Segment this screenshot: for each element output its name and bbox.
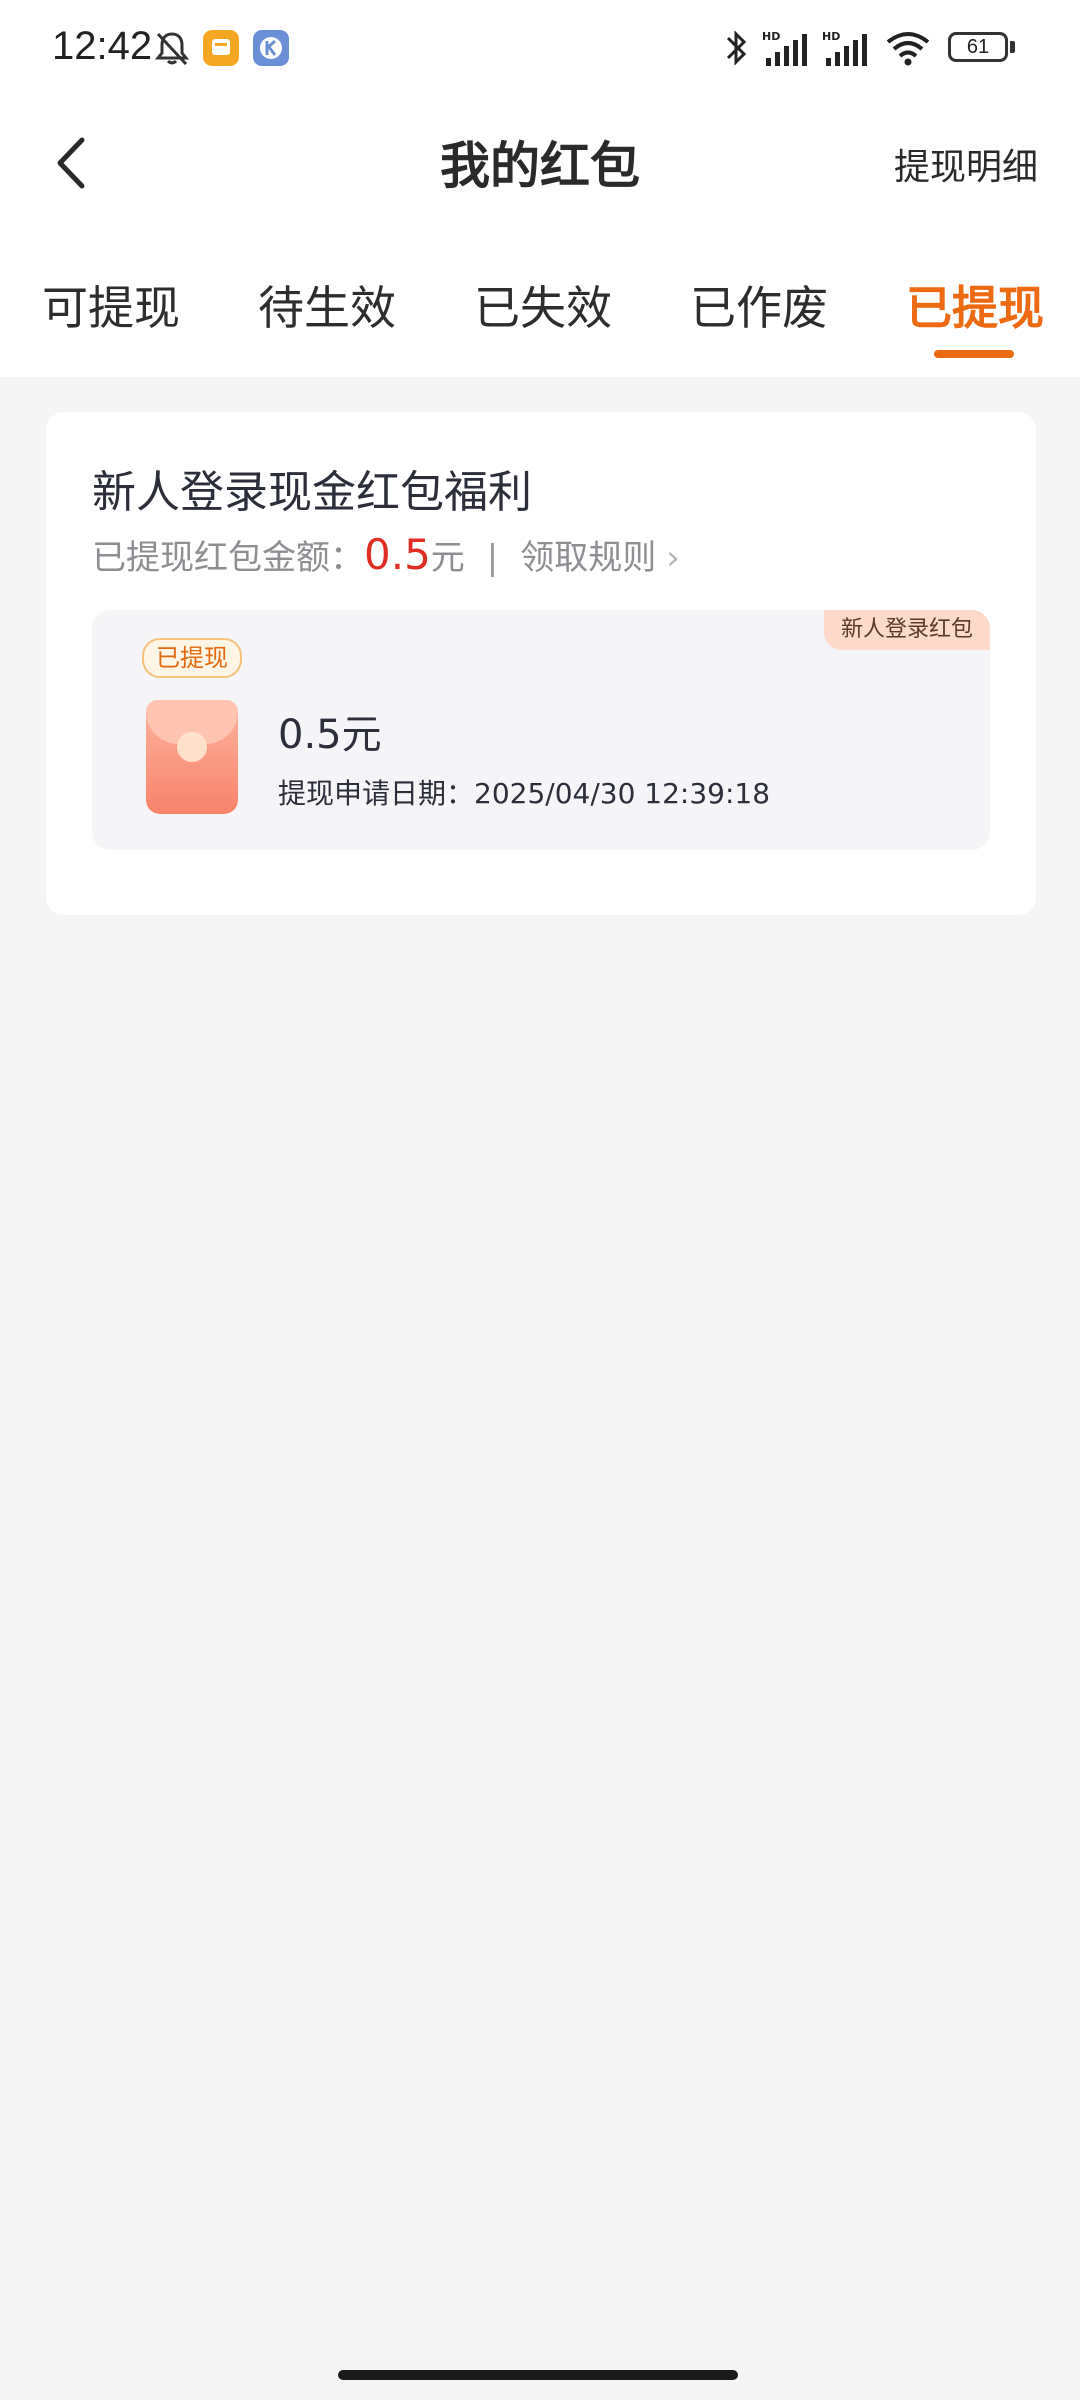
bluetooth-icon [726,30,747,66]
active-tab-indicator [934,350,1014,358]
summary-amount: 0.5 [364,530,431,579]
card-title: 新人登录现金红包福利 [92,467,532,518]
envelope-seal [177,732,207,762]
red-packet-item[interactable]: 新人登录红包 已提现 0.5元 提现申请日期：2025/04/30 12:39:… [92,610,990,850]
signal-hd-icon: HD [762,30,807,66]
tab-bar: 可提现 待生效 已失效 已作废 已提现 [0,272,1080,362]
signal-hd-icon: HD [822,30,867,66]
red-envelope-icon [146,700,238,814]
summary-label: 已提现红包金额： [92,538,364,578]
summary-separator: | [486,538,499,578]
battery-icon: 61 [948,32,1008,62]
withdrawal-date: 提现申请日期：2025/04/30 12:39:18 [278,777,771,810]
item-amount: 0.5元 [278,712,382,758]
tab-withdrawn[interactable]: 已提现 [906,272,1044,338]
tab-expired[interactable]: 已失效 [474,272,612,338]
rules-link[interactable]: 领取规则 [520,538,656,578]
tab-voided[interactable]: 已作废 [690,272,828,338]
message-app-icon [203,30,239,66]
wifi-icon [886,32,930,66]
type-badge: 新人登录红包 [824,610,990,650]
mute-bell-icon [154,32,190,66]
svg-text:HD: HD [822,30,840,43]
tab-withdrawable[interactable]: 可提现 [42,272,180,338]
battery-tip [1010,41,1015,53]
status-badge: 已提现 [142,638,242,678]
summary-unit: 元 [430,538,465,578]
chevron-right-icon[interactable]: › [666,538,680,578]
header-area: 12:42 HD HD 61 我的红包 提现明细 可提现 待生效 已失效 已作废… [0,0,1080,377]
red-packet-card: 新人登录现金红包福利 已提现红包金额：0.5元 | 领取规则 › 新人登录红包 已提现… [46,412,1036,915]
tab-pending[interactable]: 待生效 [258,272,396,338]
withdrawal-details-link[interactable]: 提现明细 [894,138,1038,190]
status-bar: 12:42 HD HD 61 [0,0,1080,100]
status-time: 12:42 [52,24,153,68]
home-indicator[interactable] [338,2370,738,2380]
svg-text:HD: HD [762,30,780,43]
withdrawn-summary: 已提现红包金额：0.5元 | 领取规则 › [92,530,680,590]
k-app-icon [253,30,289,66]
